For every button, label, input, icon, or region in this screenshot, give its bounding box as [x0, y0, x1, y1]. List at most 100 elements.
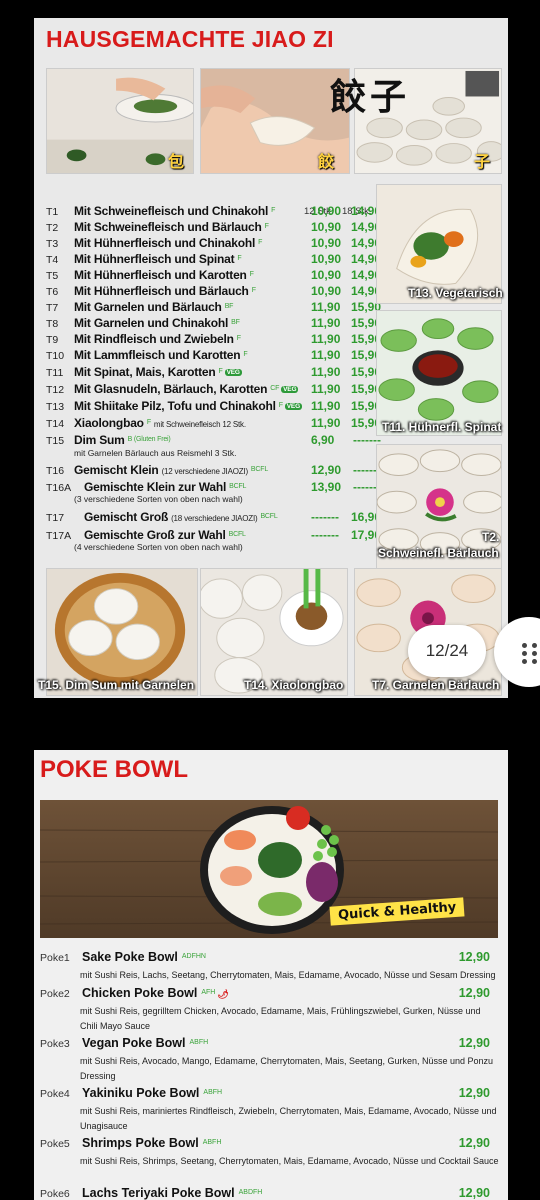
dim-sum-basket-photo: [46, 568, 198, 696]
item-code: T11: [46, 367, 64, 379]
item-description: mit Sushi Reis, Avocado, Mango, Edamame,…: [80, 1056, 494, 1081]
item-name: Mit Garnelen und Chinakohl BF: [74, 316, 240, 330]
menu-row-t13: T13 Mit Shiitake Pilz, Tofu und Chinakohl…: [46, 399, 381, 415]
caption-t2: Schweinefl. Bärlauch: [378, 546, 499, 560]
item-code: T17A: [46, 530, 72, 542]
caption-t13: T13. Vegetarisch: [408, 286, 503, 300]
price-12: 10,90: [311, 252, 342, 266]
price-18: 15,90: [350, 382, 381, 396]
price-18: 14,90: [350, 236, 381, 250]
item-name: Shrimps Poke Bowl ABFH: [82, 1136, 222, 1150]
item-code: T12: [46, 384, 65, 396]
item-price: 12,90: [458, 1186, 490, 1200]
price-12: 13,90: [311, 480, 342, 494]
zi-character: 子: [474, 154, 491, 171]
price-18: 14,90: [350, 204, 381, 218]
item-code: T6: [46, 286, 59, 298]
chili-icon: 🌶: [217, 989, 229, 999]
item-code: T5: [46, 270, 59, 282]
item-name: Gemischte Klein zur Wahl BCFL: [84, 480, 247, 494]
price-18: 17,90: [350, 528, 381, 542]
price-12: -------: [311, 510, 339, 524]
price-18: -------: [353, 480, 381, 494]
jiaozi-menu-page: HAUSGEMACHTE JIAO ZI 包 餃 子 餃子 12 Stk. 18…: [34, 18, 508, 698]
bao-character: 包: [168, 154, 185, 171]
price-12: 11,90: [311, 365, 341, 379]
price-12: 11,90: [311, 399, 341, 413]
t16a-description: (3 verschiedene Sorten von oben nach wah…: [74, 494, 243, 504]
menu-row-t7: T7 Mit Garnelen und Bärlauch BF 11,90 15,90: [46, 300, 381, 316]
menu-row-t8: T8 Mit Garnelen und Chinakohl BF 11,90 15,90: [46, 316, 381, 332]
item-name: Gemischt Klein (12 verschiedene JIAOZI) BC…: [74, 463, 269, 477]
item-code: Poke1: [40, 952, 70, 964]
price-18: 15,90: [350, 416, 381, 430]
item-code: T1: [46, 206, 59, 218]
price-18: 16,90: [350, 510, 381, 524]
item-price: 12,90: [458, 950, 490, 964]
caption-t7: T7. Garnelen Bärlauch: [372, 678, 500, 692]
price-18: 14,90: [350, 284, 381, 298]
price-12: 11,90: [311, 316, 341, 330]
item-name: Mit Spinat, Mais, Karotten F VEG: [74, 365, 242, 379]
item-name: Mit Hühnerfleisch und Spinat F: [74, 252, 242, 266]
price-12: 10,90: [311, 204, 342, 218]
t15-description: mit Garnelen Bärlauch aus Reismehl 3 Stk…: [74, 448, 237, 458]
item-name: Lachs Teriyaki Poke Bowl ABDFH: [82, 1186, 263, 1200]
caption-t14: T14. Xiaolongbao: [244, 678, 344, 692]
menu-row-t11: T11 Mit Spinat, Mais, Karotten F VEG 11,90 15…: [46, 365, 381, 381]
item-name: Mit Hühnerfleisch und Chinakohl F: [74, 236, 263, 250]
item-code: Poke6: [40, 1188, 70, 1200]
item-name: Gemischte Groß zur Wahl BCFL: [84, 528, 246, 542]
menu-row-t16: T16 Gemischt Klein (12 verschiedene JIAOZI…: [46, 463, 381, 479]
poke-menu-page: POKE BOWL Quick & Healthy Poke1 Sake Pok…: [34, 750, 508, 1200]
price-12: 11,90: [311, 300, 341, 314]
spinach-chicken-dumplings-photo: [376, 310, 502, 436]
item-name: Mit Rindfleisch und Zwiebeln F: [74, 332, 241, 346]
caption-t15: T15. Dim Sum mit Garnelen: [38, 678, 195, 692]
xiaolongbao-photo: [200, 568, 348, 696]
item-name: Yakiniku Poke Bowl ABFH: [82, 1086, 223, 1100]
price-18: -------: [353, 433, 381, 447]
item-code: T9: [46, 334, 59, 346]
jiaozi-calligraphy: 餃子: [330, 76, 411, 118]
item-code: T16: [46, 465, 65, 477]
item-name: Mit Glasnudeln, Bärlauch, Karotten CF VEG: [74, 382, 299, 396]
item-name: Mit Schweinefleisch und Chinakohl F: [74, 204, 276, 218]
price-12: 10,90: [311, 220, 342, 234]
menu-row-t6: T6 Mit Hühnerfleisch und Bärlauch F 10,90 14…: [46, 284, 381, 300]
item-code: Poke2: [40, 988, 70, 1000]
menu-row-t5: T5 Mit Hühnerfleisch und Karotten F 10,90 14…: [46, 268, 381, 284]
price-18: 15,90: [350, 348, 381, 362]
t17a-description: (4 verschiedene Sorten von oben nach wah…: [74, 542, 243, 552]
item-name: Dim Sum B (Gluten Frei): [74, 433, 171, 447]
menu-row-t12: T12 Mit Glasnudeln, Bärlauch, Karotten CF V…: [46, 382, 381, 398]
price-12: 10,90: [311, 268, 342, 282]
item-price: 12,90: [458, 986, 490, 1000]
item-code: T15: [46, 435, 65, 447]
item-price: 12,90: [458, 1136, 490, 1150]
item-code: T16A: [46, 482, 72, 494]
item-code: T14: [46, 418, 65, 430]
price-12: 11,90: [311, 382, 341, 396]
price-18: 15,90: [350, 365, 381, 379]
menu-row-t15: T15 Dim Sum B (Gluten Frei) 6,90 -------: [46, 433, 381, 449]
price-12: 11,90: [311, 416, 341, 430]
menu-row-t4: T4 Mit Hühnerfleisch und Spinat F 10,90 14,9…: [46, 252, 381, 268]
item-code: T3: [46, 238, 59, 250]
menu-row-t9: T9 Mit Rindfleisch und Zwiebeln F 11,90 15,9…: [46, 332, 381, 348]
item-name: Sake Poke Bowl ADFHN: [82, 950, 206, 964]
item-description: mit Sushi Reis, Lachs, Seetang, Cherryto…: [80, 970, 496, 980]
price-18: 15,90: [350, 316, 381, 330]
price-12: -------: [311, 528, 339, 542]
price-12: 11,90: [311, 332, 341, 346]
menu-row-t17: T17 Gemischt Groß (18 verschiedene JIAOZI)…: [46, 510, 381, 526]
item-name: Vegan Poke Bowl ABFH: [82, 1036, 209, 1050]
price-12: 10,90: [311, 236, 342, 250]
menu-viewer: HAUSGEMACHTE JIAO ZI 包 餃 子 餃子 12 Stk. 18…: [0, 0, 540, 1200]
item-code: T13: [46, 401, 65, 413]
caption-t11: T11. Hühnerfl. Spinat: [382, 420, 502, 434]
grid-dots-icon: [522, 643, 538, 664]
price-12: 11,90: [311, 348, 341, 362]
price-18: 14,90: [350, 252, 381, 266]
price-12: 6,90: [311, 433, 335, 447]
